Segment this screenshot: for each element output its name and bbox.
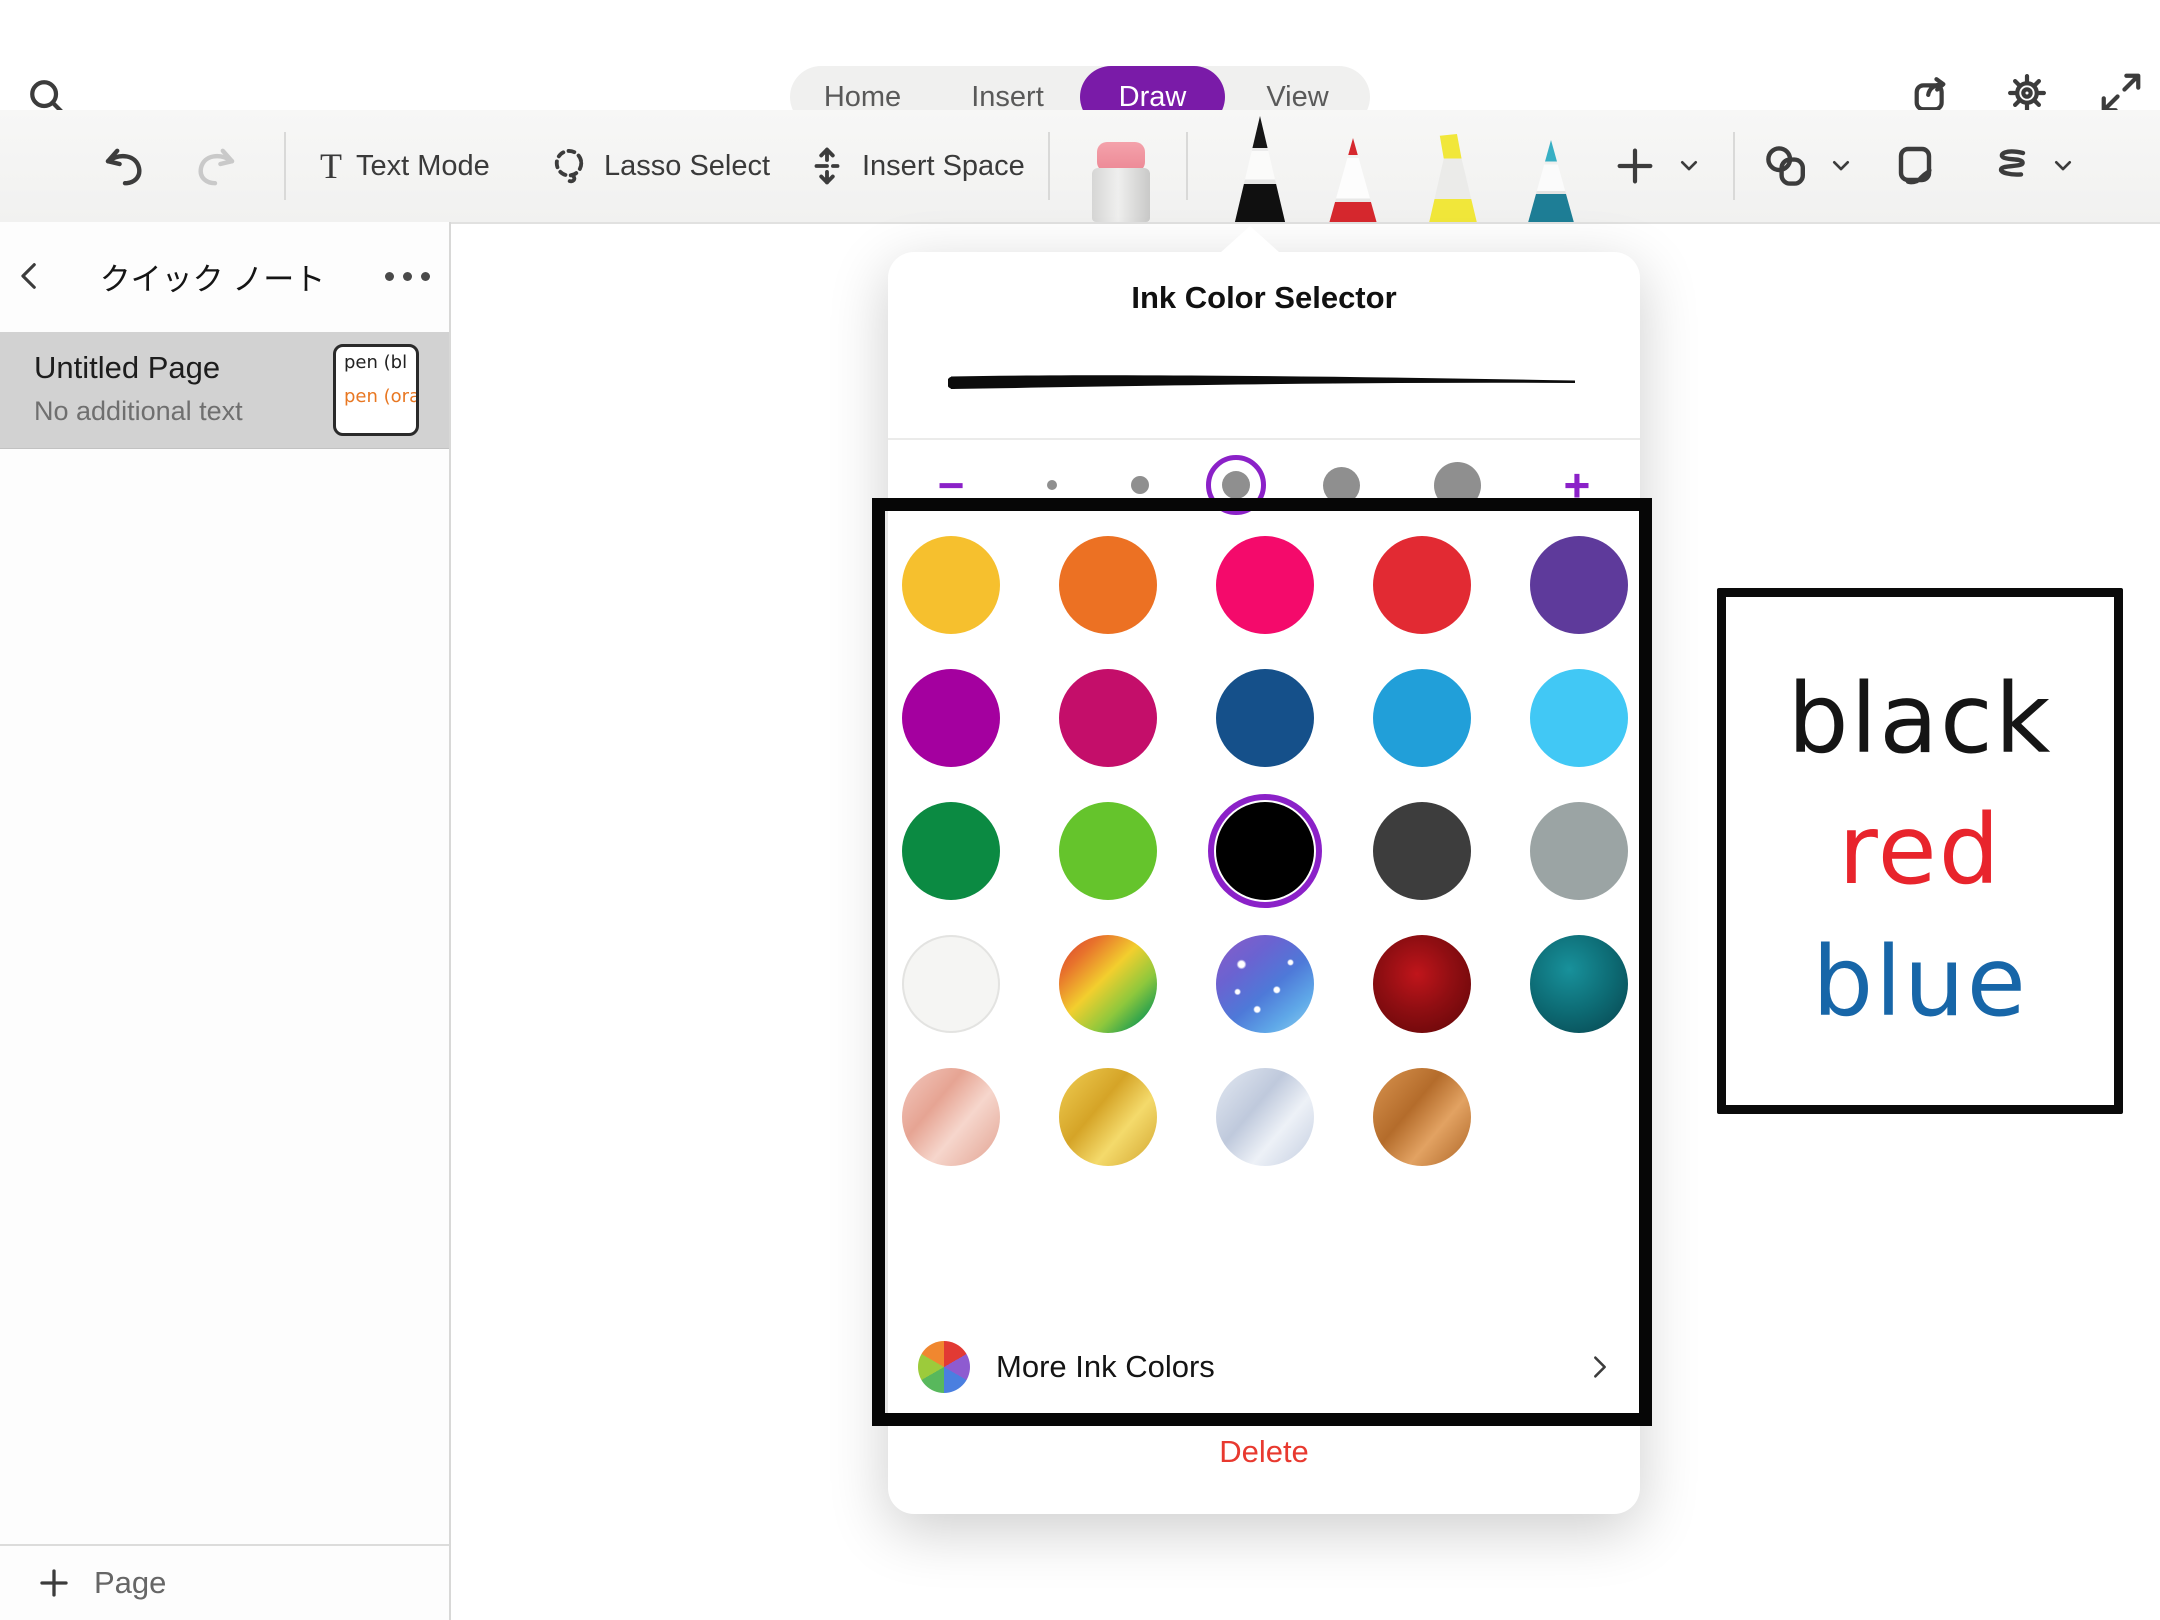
swatch-yellow[interactable] [902,536,1000,634]
insert-space-icon [806,145,848,187]
chevron-down-icon [2052,155,2074,177]
toolbar-divider [1048,132,1050,200]
popup-title: Ink Color Selector [888,280,1640,316]
stroke-width-dot-2[interactable] [1131,476,1149,494]
more-ink-colors-row[interactable]: More Ink Colors [888,1327,1640,1407]
page-list-item[interactable]: Untitled Page No additional text pen (bl… [0,332,449,449]
ink-word-red: red [1726,798,2114,904]
top-bar: Home Insert Draw View [0,0,2160,110]
add-page-label: Page [94,1565,166,1601]
ink-color-selector-popup: Ink Color Selector − + More Ink Colors D… [888,252,1640,1514]
stroke-preview [948,370,1578,396]
text-mode-label: Text Mode [356,150,490,183]
swatch-raspberry[interactable] [1059,669,1157,767]
swatch-silver[interactable] [1216,1068,1314,1166]
swatch-green[interactable] [902,802,1000,900]
swatch-red[interactable] [1373,536,1471,634]
ink-word-black: black [1726,667,2114,773]
handwritten-ink-box: black red blue [1717,588,2123,1114]
text-mode-icon: T [320,148,342,184]
color-swatch-grid [902,518,1628,1183]
notebook-title: クイック ノート [60,254,365,299]
swatch-sky-blue[interactable] [1530,669,1628,767]
shapes-icon [1762,142,1810,190]
chevron-down-icon [1830,155,1852,177]
thumbnail-line-1: pen (bl [344,353,412,373]
back-chevron-icon[interactable] [0,259,60,293]
page-list-sidebar: クイック ノート Untitled Page No additional tex… [0,222,451,1620]
stroke-width-dot-1[interactable] [1047,480,1057,490]
add-pen-button[interactable] [1612,110,1700,222]
teal-galaxy-pen-tool[interactable] [1521,140,1581,222]
swatch-blue[interactable] [1373,669,1471,767]
chevron-right-icon [1586,1353,1614,1381]
page-subtitle: No additional text [34,396,243,427]
stroke-width-dot-4[interactable] [1323,467,1360,504]
swatch-light-green[interactable] [1059,802,1157,900]
swatch-pink[interactable] [1216,536,1314,634]
swatch-teal-texture[interactable] [1530,935,1628,1033]
stroke-width-dot-3[interactable] [1222,471,1250,499]
page-thumbnail: pen (bl pen (ora [333,344,419,436]
add-page-button[interactable]: Page [0,1544,449,1620]
shapes-button[interactable] [1762,110,1852,222]
toolbar-divider [1733,132,1735,200]
stroke-width-selector: − + [928,440,1600,530]
sidebar-header: クイック ノート [0,240,449,312]
lasso-select-button[interactable]: Lasso Select [548,110,770,222]
toolbar-divider [284,132,286,200]
swatch-dark-gray[interactable] [1373,802,1471,900]
swatch-gray[interactable] [1530,802,1628,900]
eraser-tool[interactable] [1092,142,1150,222]
text-mode-button[interactable]: T Text Mode [320,110,490,222]
insert-space-label: Insert Space [862,150,1025,183]
onenote-app: Home Insert Draw View [0,0,2160,1620]
stroke-width-increase-button[interactable]: + [1554,462,1600,508]
page-title: Untitled Page [34,350,220,386]
red-pen-tool[interactable] [1322,138,1384,222]
insert-space-button[interactable]: Insert Space [806,110,1025,222]
lasso-icon [548,145,590,187]
stroke-width-decrease-button[interactable]: − [928,462,974,508]
swatch-orange[interactable] [1059,536,1157,634]
stroke-width-dot-5[interactable] [1434,462,1481,509]
swatch-black[interactable] [1216,802,1314,900]
yellow-highlighter-tool[interactable] [1420,134,1486,222]
chevron-down-icon [1678,155,1700,177]
thumbnail-line-2: pen (ora [344,387,412,407]
lasso-select-label: Lasso Select [604,150,770,183]
toolbar-divider [1186,132,1188,200]
swatch-magenta[interactable] [902,669,1000,767]
swatch-galaxy[interactable] [1216,935,1314,1033]
swatch-gold[interactable] [1059,1068,1157,1166]
redo-button[interactable] [192,110,240,222]
scribble-icon [1984,142,2032,190]
color-wheel-icon [918,1341,970,1393]
black-pen-tool[interactable] [1227,116,1293,222]
undo-button[interactable] [100,110,148,222]
convert-ink-button[interactable] [1892,110,1940,222]
swatch-bronze[interactable] [1373,1068,1471,1166]
delete-pen-button[interactable]: Delete [888,1434,1640,1470]
ink-word-blue: blue [1726,930,2114,1036]
more-ink-colors-label: More Ink Colors [996,1349,1586,1385]
ink-options-button[interactable] [1984,110,2074,222]
eraser-body [1092,168,1150,222]
popup-divider [924,1414,1604,1416]
swatch-dark-blue[interactable] [1216,669,1314,767]
swatch-purple[interactable] [1530,536,1628,634]
draw-toolbar: T Text Mode Lasso Select Insert Space [0,110,2160,224]
more-options-icon[interactable] [365,272,449,281]
swatch-rose-gold[interactable] [902,1068,1000,1166]
page-with-pen-icon [1892,142,1940,190]
plus-icon [36,1565,72,1601]
popup-pointer [1220,226,1280,253]
plus-icon [1612,143,1658,189]
swatch-white[interactable] [902,935,1000,1033]
swatch-rainbow-glitter[interactable] [1059,935,1157,1033]
swatch-dark-red-texture[interactable] [1373,935,1471,1033]
